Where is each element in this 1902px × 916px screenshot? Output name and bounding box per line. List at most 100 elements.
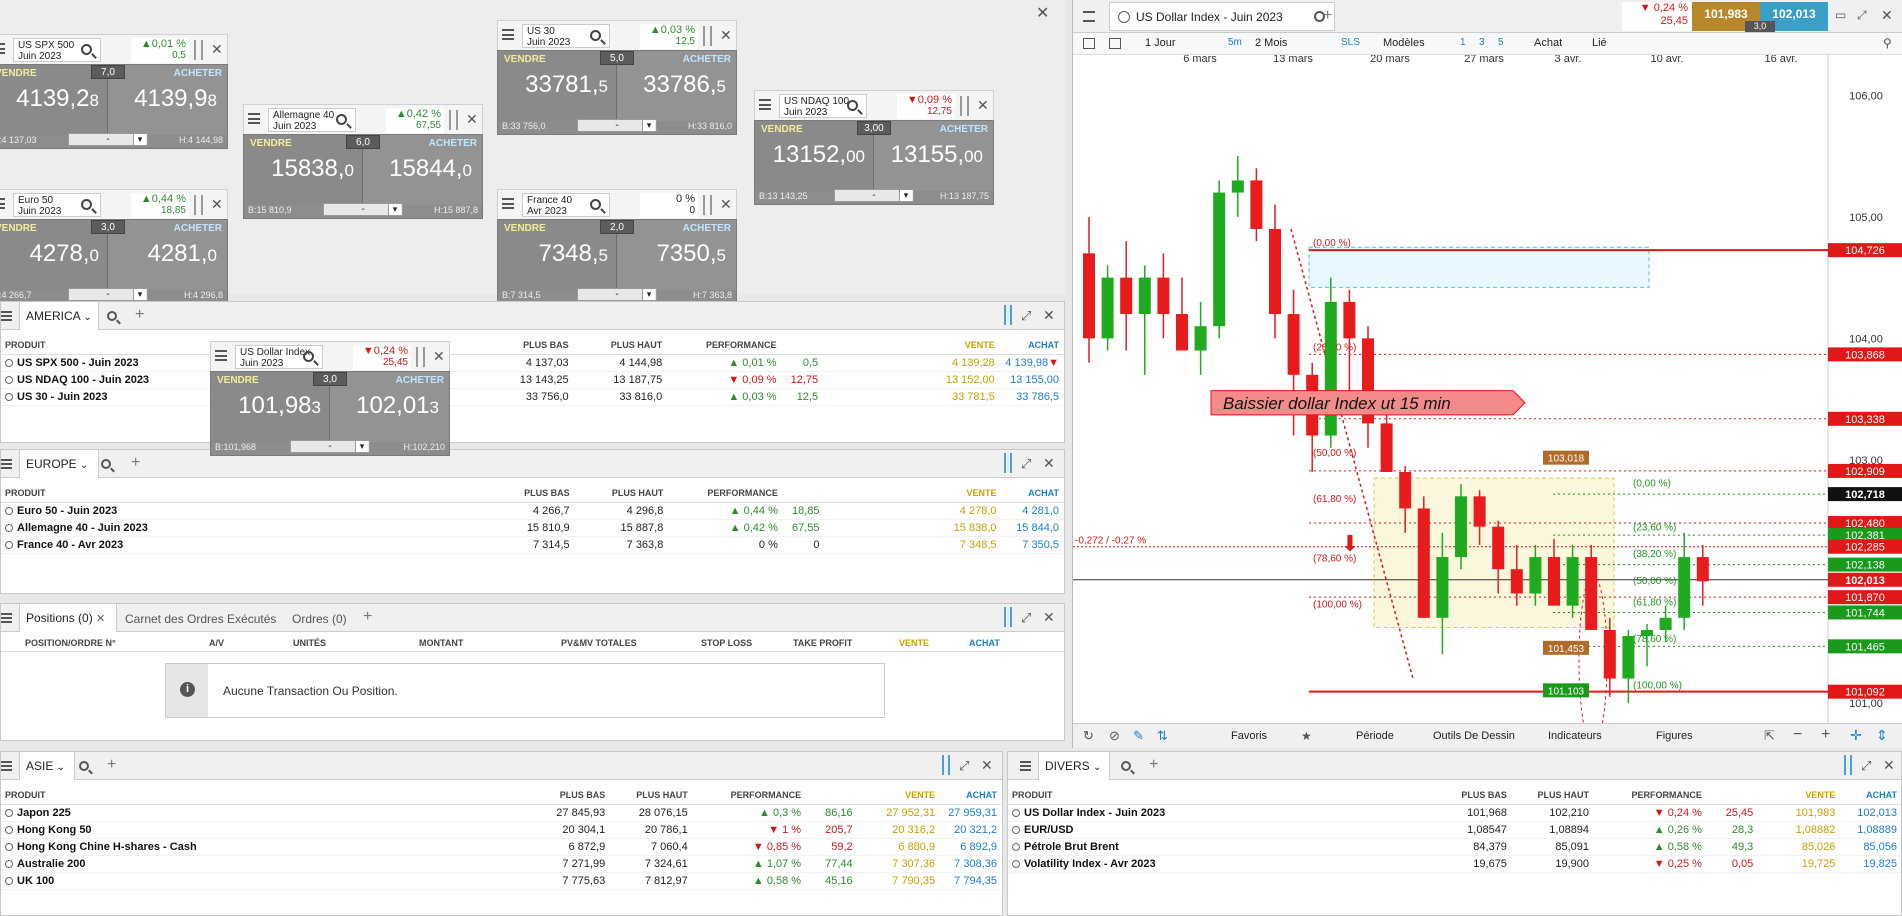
expand-icon[interactable]: ⤢ [959,758,969,774]
buy-price[interactable]: 4 281,0 [1000,502,1063,520]
table-row[interactable]: US NDAQ 100 - Juin 2023 13 143,25 13 187… [1,371,1063,389]
menu-icon[interactable] [759,99,771,110]
positions-column-header[interactable]: TAKE PROFIT [793,638,852,648]
product-name[interactable]: Japon 225 [1,804,538,822]
chevron-down-icon[interactable]: ⌄ [57,762,65,773]
info-icon[interactable] [1012,808,1020,817]
chevron-down-icon[interactable]: ⌄ [80,460,88,471]
menu-icon[interactable] [502,198,514,209]
column-header[interactable]: VENTE [856,786,940,805]
expand-icon[interactable]: ⤢ [1021,308,1031,324]
close-icon[interactable]: ✕ [211,41,223,58]
close-icon[interactable]: ✕ [211,196,223,213]
info-icon[interactable] [1012,859,1020,868]
buy-button[interactable]: ACHETER 4281,0 [108,220,227,290]
favorites-button[interactable]: Favoris [1231,730,1267,742]
columns-icon[interactable] [1004,607,1012,627]
expand-icon[interactable]: ⤢ [1021,456,1031,472]
positions-column-header[interactable]: MONTANT [419,638,463,648]
info-icon[interactable] [1012,825,1020,834]
columns-icon[interactable] [960,96,969,116]
product-name[interactable]: Hong Kong Chine H-shares - Cash [1,838,538,856]
quantity-select[interactable]: - [577,119,657,132]
info-icon[interactable] [5,523,13,532]
positions-column-header[interactable]: A/V [209,638,224,648]
buy-price[interactable]: 27 959,31 [939,804,1001,822]
close-icon[interactable]: ✕ [1036,6,1049,22]
close-icon[interactable]: ✕ [1043,609,1055,626]
sell-price[interactable]: 7 307,36 [856,855,940,873]
column-header[interactable]: PLUS BAS [479,484,574,503]
column-header[interactable]: ACHAT [1000,484,1063,503]
search-icon[interactable] [81,199,92,210]
menu-icon[interactable] [215,350,227,361]
close-icon[interactable]: ✕ [96,613,105,625]
info-icon[interactable] [5,825,13,834]
quantity-select[interactable]: - [834,189,914,202]
menu-icon[interactable] [1,613,12,623]
models-button[interactable]: Modèles [1383,37,1425,49]
add-tab-icon[interactable]: + [107,756,116,774]
product-name[interactable]: US Dollar Index - Juin 2023 [1008,804,1440,822]
search-icon[interactable] [79,761,89,771]
layout-icon[interactable] [1083,38,1095,49]
sell-price[interactable]: 20 316,2 [856,821,940,839]
column-header[interactable]: VENTE [822,336,999,355]
info-icon[interactable] [5,859,13,868]
columns-icon[interactable] [942,755,950,775]
tab-divers[interactable]: DIVERS ⌄ [1038,752,1110,780]
product-name[interactable]: Hong Kong 50 [1,821,538,839]
info-icon[interactable] [5,392,13,401]
table-row[interactable]: UK 100 7 775,63 7 812,97 ▲ 0,58 % 45,16 … [1,872,1001,890]
column-header[interactable]: PRODUIT [1,786,538,805]
columns-icon[interactable] [703,26,712,46]
table-row[interactable]: Volatility Index - Avr 2023 19,675 19,90… [1008,855,1901,873]
table-row[interactable]: US SPX 500 - Juin 2023 4 137,03 4 144,98… [1,354,1063,372]
buy-price[interactable]: 1,08889 [1839,821,1901,839]
sell-price[interactable]: 19,725 [1757,855,1840,873]
buy-price[interactable]: 102,013 [1839,804,1901,822]
column-header[interactable]: PLUS BAS [479,336,573,355]
sell-price[interactable]: 7 348,5 [823,536,1001,554]
columns-icon[interactable] [703,195,712,215]
menu-icon[interactable] [1,459,12,469]
indicators-button[interactable]: Indicateurs [1548,730,1602,742]
product-name[interactable]: Volatility Index - Avr 2023 [1008,855,1440,873]
buy-button[interactable]: ACHETER 102,013 [330,372,449,442]
add-tab-icon[interactable]: + [363,608,372,626]
table-row[interactable]: Allemagne 40 - Juin 2023 15 810,9 15 887… [1,519,1063,537]
tab-asie[interactable]: ASIE ⌄ [19,752,75,780]
column-header[interactable]: PLUS HAUT [573,484,668,503]
positions-column-header[interactable]: PV&MV TOTALES [561,638,637,648]
sell-price[interactable]: 13 152,00 [822,371,999,389]
columns-icon[interactable] [194,40,203,60]
quantity-select[interactable]: - [68,288,148,301]
refresh-icon[interactable]: ↻ [1083,728,1094,744]
column-header[interactable]: PERFORMANCE [666,336,781,355]
export-icon[interactable]: ⇱ [1764,728,1775,744]
menu-icon[interactable] [502,29,514,40]
price-chart[interactable]: 6 mars 13 mars 20 mars 27 mars 3 avr. 10 avr.… [1073,55,1902,723]
product-name[interactable]: EUR/USD [1008,821,1440,839]
close-icon[interactable]: ✕ [1883,757,1895,774]
close-icon[interactable]: ✕ [1881,7,1893,24]
menu-icon[interactable] [0,198,5,209]
column-header[interactable]: PLUS BAS [537,786,610,805]
info-icon[interactable] [1012,842,1020,851]
column-header[interactable]: PERFORMANCE [667,484,782,503]
product-name[interactable]: UK 100 [1,872,538,890]
search-icon[interactable] [107,311,117,321]
columns-icon[interactable] [1004,305,1012,325]
close-icon[interactable]: ✕ [981,757,993,774]
info-icon[interactable] [5,358,13,367]
table-row[interactable]: Japon 225 27 845,93 28 076,15 ▲ 0,3 % 86… [1,804,1001,822]
positions-column-header[interactable]: UNITÉS [293,638,326,648]
buy-button[interactable]: ACHETER 13155,00 [874,121,993,191]
sell-price[interactable]: 4 278,0 [823,502,1001,520]
magnet-icon[interactable]: ⇅ [1157,728,1168,744]
column-header[interactable]: PLUS BAS [1439,786,1511,805]
close-icon[interactable]: ✕ [1043,307,1055,324]
add-tab-icon[interactable]: + [1149,756,1158,774]
columns-icon[interactable] [194,195,203,215]
sell-price[interactable]: 1,08882 [1757,821,1840,839]
